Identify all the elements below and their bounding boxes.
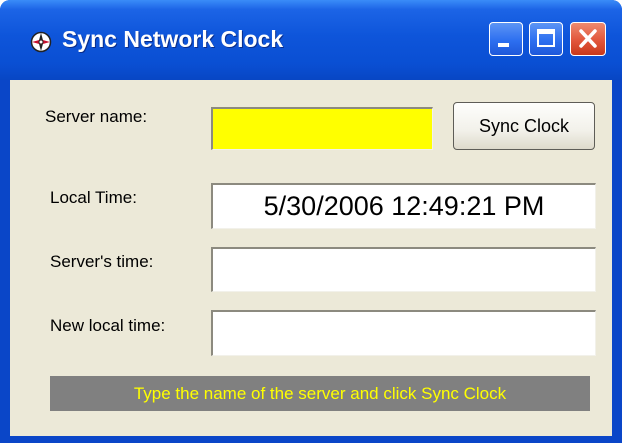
minimize-button[interactable] bbox=[489, 22, 523, 56]
status-message: Type the name of the server and click Sy… bbox=[50, 376, 590, 411]
local-time-label: Local Time: bbox=[50, 188, 137, 207]
compass-icon bbox=[30, 31, 52, 53]
new-local-time-label: New local time: bbox=[50, 316, 166, 335]
close-icon bbox=[579, 29, 597, 48]
close-button[interactable] bbox=[570, 22, 606, 56]
maximize-button[interactable] bbox=[529, 22, 563, 56]
title-bar[interactable]: Sync Network Clock bbox=[0, 0, 622, 80]
app-window: Sync Network Clock Server name: Sync Clo… bbox=[0, 0, 622, 443]
server-name-label: Server name: bbox=[45, 107, 148, 126]
maximize-icon bbox=[537, 29, 555, 47]
server-time-label: Server's time: bbox=[50, 252, 154, 271]
new-local-time-field[interactable] bbox=[211, 310, 596, 356]
window-title: Sync Network Clock bbox=[62, 26, 284, 52]
form-panel: Server name: Sync Clock Local Time: Serv… bbox=[10, 80, 612, 436]
local-time-field[interactable] bbox=[211, 183, 596, 229]
server-name-input[interactable] bbox=[211, 107, 433, 150]
sync-clock-button[interactable]: Sync Clock bbox=[453, 102, 595, 150]
server-time-field[interactable] bbox=[211, 247, 596, 292]
minimize-icon bbox=[498, 43, 509, 47]
